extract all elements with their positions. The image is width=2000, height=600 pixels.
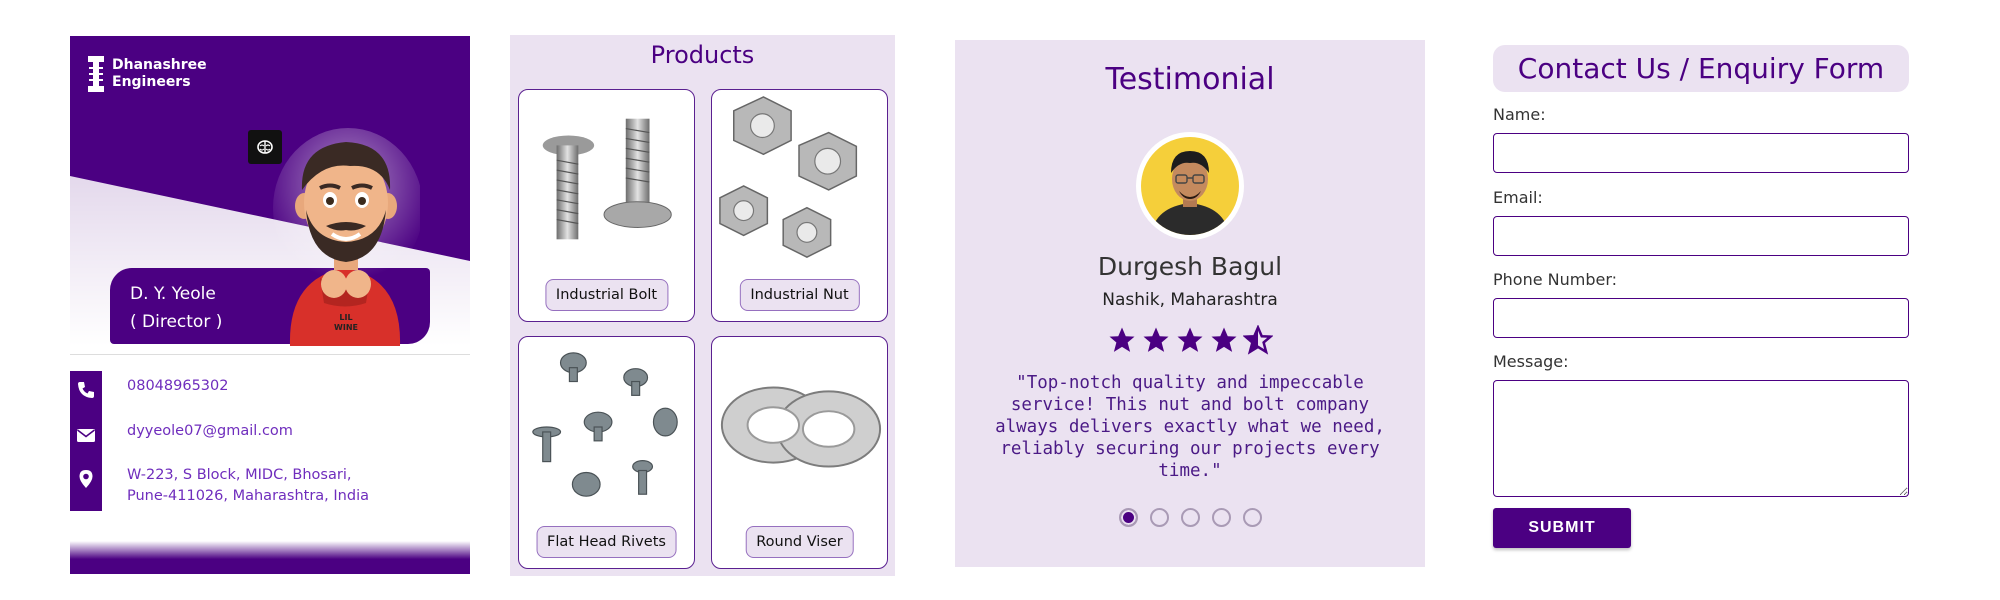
person-info: D. Y. Yeole ( Director ) [130,280,222,336]
star-filled-icon [1177,327,1203,352]
reviewer-photo [1136,132,1244,240]
name-label: Name: [1493,105,1546,124]
reviewer-name: Durgesh Bagul [1097,252,1283,281]
address-line1: W-223, S Block, MIDC, Bhosari, [127,467,352,483]
map-pin-icon [79,470,93,488]
business-card: Dhanashree Engineers D. Y. Yeole ( Direc… [70,36,470,574]
carousel-dot[interactable] [1242,508,1262,527]
product-label: Industrial Nut [739,279,860,311]
carousel-dot[interactable] [1118,508,1138,527]
address-link[interactable]: W-223, S Block, MIDC, Bhosari, Pune-4110… [127,465,369,507]
message-label: Message: [1493,352,1569,371]
star-filled-icon [1143,327,1169,352]
reviewer-avatar [1141,137,1239,235]
rating-stars [955,325,1425,355]
card-footer-bar [70,541,470,574]
products-title: Products [650,41,755,69]
email-field[interactable] [1493,216,1909,256]
product-label: Industrial Bolt [544,279,669,311]
card-divider [70,354,470,355]
name-field[interactable] [1493,133,1909,173]
testimonial-quote: "Top-notch quality and impeccable servic… [995,373,1385,481]
carousel-dot[interactable] [1211,508,1231,527]
product-label: Flat Head Rivets [536,526,677,558]
company-name-line1: Dhanashree [112,57,207,73]
phone-field[interactable] [1493,298,1909,338]
product-card-flat-head-rivets[interactable]: Flat Head Rivets [518,336,695,569]
company-logo[interactable]: Dhanashree Engineers [86,56,207,92]
star-filled-icon [1109,327,1135,352]
reviewer-location: Nashik, Maharashtra [1102,290,1278,310]
contact-icon-strip [70,371,102,511]
svg-text:LIL: LIL [339,313,352,322]
svg-text:WINE: WINE [334,323,358,332]
phone-icon [78,382,94,398]
card-hero: Dhanashree Engineers D. Y. Yeole ( Direc… [70,36,470,346]
star-filled-icon [1211,327,1237,352]
email-link[interactable]: dyyeole07@gmail.com [127,421,293,442]
form-title: Contact Us / Enquiry Form [1517,52,1885,85]
bolt-image [542,118,672,240]
enquiry-form: Contact Us / Enquiry Form Name: Email: P… [1493,45,1909,555]
person-title: ( Director ) [130,312,223,332]
rivets-image [532,352,678,497]
nut-image [719,96,858,258]
carousel-dot[interactable] [1149,508,1169,527]
company-name-line2: Engineers [112,74,191,90]
phone-label: Phone Number: [1493,270,1618,289]
carousel-dots [955,508,1425,527]
message-field[interactable] [1493,380,1909,497]
person-name: D. Y. Yeole [130,284,216,304]
envelope-icon [77,429,95,442]
submit-button[interactable]: SUBMIT [1493,508,1631,548]
address-line2: Pune-411026, Maharashtra, India [127,488,369,504]
product-card-industrial-nut[interactable]: Industrial Nut [711,89,888,322]
company-name: Dhanashree Engineers [112,57,207,91]
products-section: Products Industrial Bolt Industrial Nut … [510,35,895,576]
product-card-industrial-bolt[interactable]: Industrial Bolt [518,89,695,322]
bolt-logo-icon [88,56,104,92]
star-half-icon [1243,325,1273,355]
product-card-round-viser[interactable]: Round Viser [711,336,888,569]
phone-link[interactable]: 08048965302 [127,376,228,397]
testimonial-section: Testimonial Durgesh Bagul Nashik, Mahara… [955,40,1425,567]
washer-image [720,386,882,468]
email-label: Email: [1493,188,1543,207]
product-label: Round Viser [745,526,854,558]
avatar: LIL WINE [273,128,420,346]
testimonial-title: Testimonial [1105,62,1275,97]
carousel-dot[interactable] [1180,508,1200,527]
